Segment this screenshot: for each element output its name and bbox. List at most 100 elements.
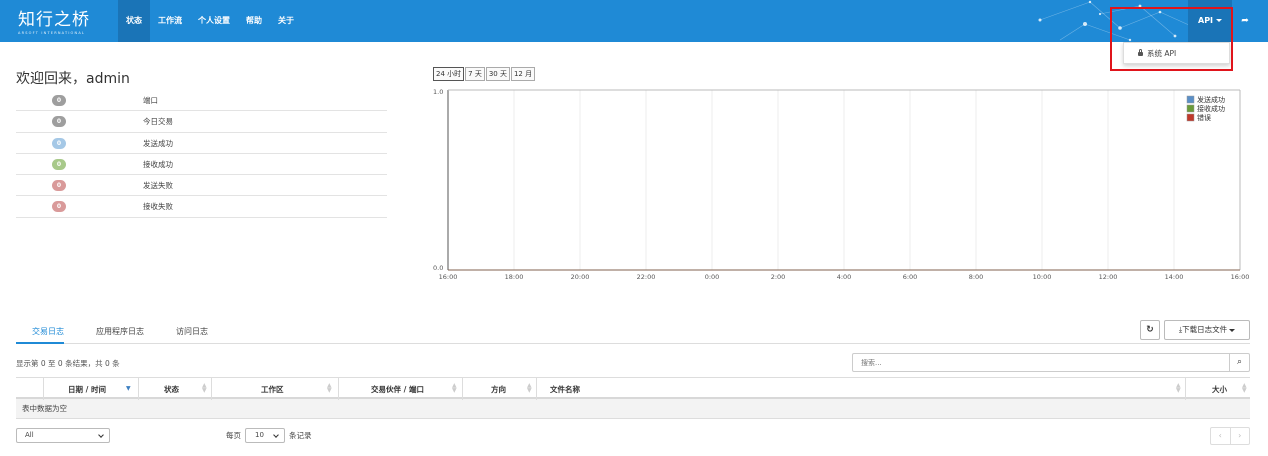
legend-swatch <box>1186 113 1195 122</box>
sort-icon[interactable]: ▲ ▼ <box>1176 383 1181 394</box>
prev-page-button[interactable]: ‹ <box>1211 428 1231 444</box>
caret-down-icon <box>1216 19 1223 22</box>
stat-label: 发送失败 <box>143 181 173 191</box>
sort-desc-icon[interactable]: ▼ <box>126 386 131 392</box>
column-header-workspace[interactable]: 工作区 <box>261 384 284 395</box>
x-tick-label: 20:00 <box>571 273 590 281</box>
x-tick-label: 22:00 <box>637 273 656 281</box>
x-tick-label: 8:00 <box>969 273 984 281</box>
x-tick-label: 6:00 <box>903 273 918 281</box>
stat-count-badge: 0 <box>52 201 66 213</box>
empty-table-row: 表中数据为空 <box>16 399 1250 419</box>
y-tick-label: 1.0 <box>433 88 443 96</box>
legend-swatch <box>1186 95 1195 104</box>
sort-icon[interactable]: ▲ ▼ <box>452 383 457 394</box>
stat-count-badge: 0 <box>52 95 66 106</box>
download-log-label: 下载日志文件 <box>1182 325 1228 334</box>
time-range-selector: 24 小时 7 天 30 天 12 月 <box>433 67 536 81</box>
stat-count-badge: 0 <box>52 180 66 192</box>
table-header: 日期 / 时间 ▼ 状态 ▲ ▼ 工作区 ▲ ▼ 交易伙伴 / 端口 ▲ ▼ 方向 ▲… <box>16 377 1250 400</box>
next-page-button[interactable]: › <box>1231 428 1250 444</box>
nav-item-personal-settings[interactable]: 个人设置 <box>190 0 238 42</box>
lock-icon <box>1138 49 1143 56</box>
stat-label: 今日交易 <box>143 117 173 127</box>
stat-count-badge: 0 <box>52 137 66 149</box>
x-tick-label: 12:00 <box>1099 273 1118 281</box>
legend-swatch <box>1186 104 1195 113</box>
api-menu-button[interactable]: API <box>1188 0 1233 42</box>
stats-list: 0 端口 0 今日交易 0 发送成功 0 接收成功 0 发送失败 0 接收失败 <box>16 90 387 218</box>
per-page-label: 每页 <box>226 431 241 440</box>
range-button-24h[interactable]: 24 小时 <box>433 67 465 81</box>
chevron-down-icon <box>98 432 104 438</box>
x-tick-label: 2:00 <box>771 273 786 281</box>
legend-label: 错误 <box>1197 113 1211 122</box>
log-table: 日期 / 时间 ▼ 状态 ▲ ▼ 工作区 ▲ ▼ 交易伙伴 / 端口 ▲ ▼ 方向 ▲… <box>16 377 1250 419</box>
column-divider <box>536 378 537 400</box>
x-tick-label: 16:00 <box>439 273 458 281</box>
download-log-button[interactable]: ⤓下载日志文件 <box>1164 320 1250 340</box>
column-header-datetime[interactable]: 日期 / 时间 <box>68 384 106 395</box>
brand-name: 知行之桥 <box>18 10 90 30</box>
stat-count-badge: 0 <box>52 116 66 128</box>
logout-icon[interactable]: ➦ <box>1236 0 1254 42</box>
column-header-partner-port[interactable]: 交易伙伴 / 端口 <box>371 384 424 395</box>
column-header-direction[interactable]: 方向 <box>491 384 506 395</box>
stat-count-badge: 0 <box>52 158 66 170</box>
transactions-chart: 16:00 18:00 20:00 22:00 0:00 2:00 4:00 6:00 8:00… <box>433 88 1249 281</box>
nav-item-status[interactable]: 状态 <box>118 0 150 42</box>
range-button-7d[interactable]: 7 天 <box>465 67 485 81</box>
stat-label: 发送成功 <box>143 138 173 148</box>
search-box: ⌕ <box>852 353 1250 372</box>
brand-logo[interactable]: 知行之桥 ARSOFT INTERNATIONAL <box>18 5 90 35</box>
legend-label: 发送成功 <box>1197 95 1225 104</box>
main-nav: 状态 工作流 个人设置 帮助 关于 <box>118 0 302 42</box>
api-dropdown-menu: 系统 API <box>1123 42 1230 64</box>
stat-row: 0 接收失败 <box>16 196 387 218</box>
stat-row: 0 接收成功 <box>16 154 387 176</box>
tab-application-log[interactable]: 应用程序日志 <box>96 326 144 337</box>
range-button-30d[interactable]: 30 天 <box>485 67 510 81</box>
x-tick-label: 18:00 <box>505 273 524 281</box>
range-button-12m[interactable]: 12 月 <box>510 67 536 81</box>
filter-select[interactable]: All <box>16 428 110 443</box>
nav-item-about[interactable]: 关于 <box>270 0 302 42</box>
y-tick-label: 0.0 <box>433 264 443 272</box>
filter-select-value: All <box>25 431 34 439</box>
stat-row: 0 发送失败 <box>16 175 387 197</box>
stat-label: 接收失败 <box>143 202 173 212</box>
menu-item-system-api-label: 系统 API <box>1147 49 1177 58</box>
refresh-button[interactable]: ↻ <box>1140 320 1160 340</box>
sort-icon[interactable]: ▲ ▼ <box>527 383 532 394</box>
x-tick-label: 14:00 <box>1165 273 1184 281</box>
top-navbar: 知行之桥 ARSOFT INTERNATIONAL 状态 工作流 个人设置 帮助… <box>0 0 1268 42</box>
caret-down-icon <box>1229 328 1236 332</box>
per-page-suffix: 条记录 <box>289 431 312 440</box>
column-header-size[interactable]: 大小 <box>1212 384 1227 395</box>
results-info: 显示第 0 至 0 条结果，共 0 条 <box>16 359 120 368</box>
active-tab-indicator <box>16 342 64 344</box>
search-icon[interactable]: ⌕ <box>1229 354 1249 371</box>
nav-item-workflow[interactable]: 工作流 <box>150 0 190 42</box>
x-tick-label: 4:00 <box>837 273 852 281</box>
log-tabs: 交易日志 应用程序日志 访问日志 <box>16 320 1250 344</box>
search-input[interactable] <box>853 354 1231 371</box>
pagination: ‹ › <box>1210 427 1250 445</box>
sort-icon[interactable]: ▲ ▼ <box>327 383 332 394</box>
tab-access-log[interactable]: 访问日志 <box>176 326 208 337</box>
column-header-filename[interactable]: 文件名称 <box>550 384 580 395</box>
menu-item-system-api[interactable]: 系统 API <box>1124 43 1229 59</box>
welcome-title: 欢迎回来，admin <box>16 71 130 87</box>
sort-icon[interactable]: ▲ ▼ <box>202 383 207 394</box>
refresh-icon: ↻ <box>1146 325 1154 335</box>
column-header-status[interactable]: 状态 <box>164 384 179 395</box>
brand-tagline: ARSOFT INTERNATIONAL <box>18 31 86 35</box>
tab-transaction-log[interactable]: 交易日志 <box>32 326 64 337</box>
chevron-down-icon <box>273 432 279 438</box>
column-divider <box>43 378 44 400</box>
sort-icon[interactable]: ▲ ▼ <box>1242 383 1247 394</box>
legend-label: 接收成功 <box>1197 104 1225 113</box>
nav-item-help[interactable]: 帮助 <box>238 0 270 42</box>
per-page-select[interactable]: 10 <box>245 428 285 443</box>
stat-row: 0 今日交易 <box>16 111 387 133</box>
